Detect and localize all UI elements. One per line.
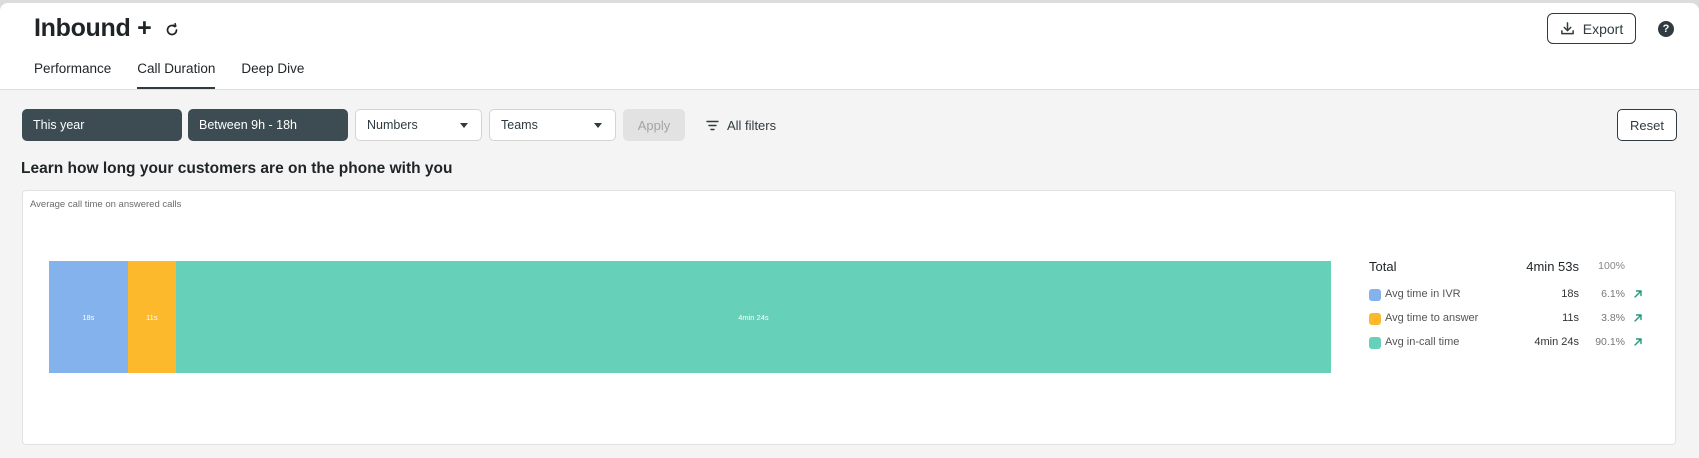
legend-total-value: 4min 53s [1526, 259, 1579, 274]
period-filter-label: This year [33, 118, 85, 132]
period-filter[interactable]: This year [22, 109, 182, 141]
export-label: Export [1582, 20, 1624, 37]
bar-segment-ivr[interactable]: 18s [49, 261, 128, 373]
legend-total-row: Total 4min 53s 100% [1369, 259, 1669, 279]
caret-down-icon [460, 123, 468, 128]
call-duration-card: Average call time on answered calls 18s … [22, 190, 1676, 445]
page: Inbound + Performance Call Duration Deep… [0, 3, 1699, 458]
legend-total-percent: 100% [1598, 260, 1625, 272]
apply-button[interactable]: Apply [623, 109, 685, 141]
legend-swatch-incall [1369, 337, 1381, 349]
tab-call-duration[interactable]: Call Duration [137, 61, 216, 89]
page-title: Inbound + [34, 14, 152, 42]
trend-up-icon[interactable] [1633, 289, 1643, 299]
filter-icon [706, 120, 719, 130]
legend-total-label: Total [1369, 259, 1397, 274]
legend-label-ivr: Avg time in IVR [1385, 288, 1461, 300]
trend-up-icon[interactable] [1633, 337, 1643, 347]
tab-bar: Performance Call Duration Deep Dive [34, 61, 304, 89]
all-filters-label: All filters [727, 117, 777, 133]
legend-value-ivr: 18s [1561, 288, 1579, 300]
page-header: Inbound + Performance Call Duration Deep… [0, 3, 1699, 90]
card-label: Average call time on answered calls [30, 199, 182, 210]
teams-dropdown-label: Teams [501, 118, 538, 132]
reset-button[interactable]: Reset [1617, 109, 1677, 141]
numbers-dropdown-label: Numbers [367, 118, 418, 132]
tab-performance[interactable]: Performance [34, 61, 111, 88]
bar-segment-incall[interactable]: 4min 24s [175, 261, 1331, 373]
caret-down-icon [594, 123, 602, 128]
bar-segment-answer[interactable]: 11s [127, 261, 176, 373]
stacked-bar: 18s 11s 4min 24s [49, 261, 1331, 373]
legend-row-incall: Avg in-call time 4min 24s 90.1% [1369, 336, 1669, 354]
legend-swatch-ivr [1369, 289, 1381, 301]
all-filters-button[interactable]: All filters [706, 116, 776, 134]
legend-value-incall: 4min 24s [1534, 336, 1579, 348]
hours-filter-label: Between 9h - 18h [199, 118, 297, 132]
legend-percent-ivr: 6.1% [1601, 288, 1625, 300]
section-title: Learn how long your customers are on the… [21, 160, 453, 177]
teams-dropdown[interactable]: Teams [489, 109, 616, 141]
legend-swatch-answer [1369, 313, 1381, 325]
refresh-icon[interactable] [164, 22, 180, 38]
legend-label-answer: Avg time to answer [1385, 312, 1479, 324]
trend-up-icon[interactable] [1633, 313, 1643, 323]
legend-label-incall: Avg in-call time [1385, 336, 1460, 348]
legend-percent-answer: 3.8% [1601, 312, 1625, 324]
legend-row-answer: Avg time to answer 11s 3.8% [1369, 312, 1669, 330]
help-icon[interactable]: ? [1658, 21, 1674, 37]
legend-percent-incall: 90.1% [1595, 336, 1625, 348]
tab-deep-dive[interactable]: Deep Dive [241, 61, 304, 88]
legend-row-ivr: Avg time in IVR 18s 6.1% [1369, 288, 1669, 306]
numbers-dropdown[interactable]: Numbers [355, 109, 482, 141]
export-button[interactable]: Export [1547, 13, 1636, 44]
download-icon [1560, 22, 1574, 35]
legend-value-answer: 11s [1562, 312, 1579, 324]
hours-filter[interactable]: Between 9h - 18h [188, 109, 348, 141]
